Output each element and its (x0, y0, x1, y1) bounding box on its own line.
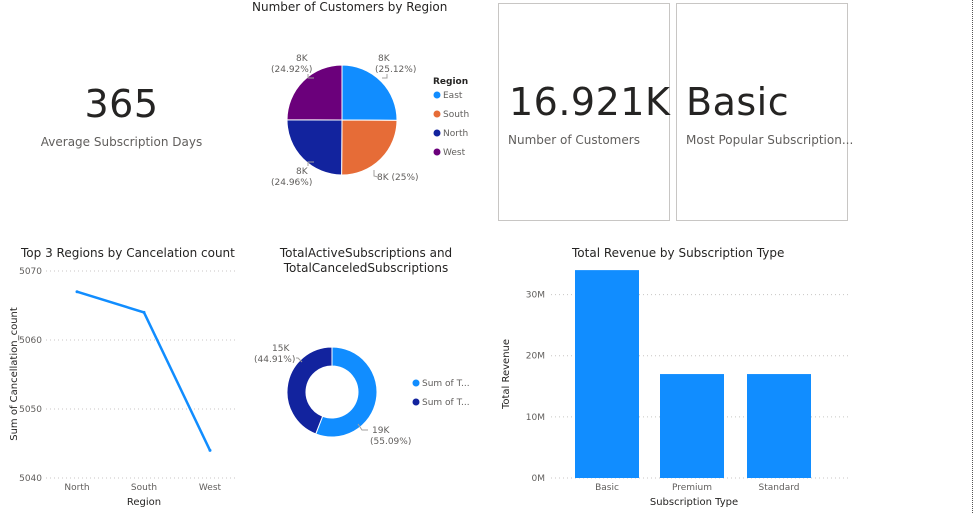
line-xaxis-label: Region (127, 497, 161, 508)
pie-label-south: 8K (25%) (377, 173, 419, 183)
pie-label-west-pct: (24.92%) (271, 65, 312, 75)
customers-count-label: Number of Customers (508, 133, 640, 147)
line-ytick-5050: 5050 (19, 405, 42, 415)
donut-legend-marker-active (412, 379, 420, 387)
pie-label-north-pct: (24.96%) (271, 178, 312, 188)
avg-subscription-days-value: 365 (84, 82, 159, 126)
popular-subscription-card[interactable]: Basic Most Popular Subscription... (676, 3, 853, 221)
donut-label-active-pct: (55.09%) (370, 437, 411, 447)
pie-label-west-value: 8K (296, 54, 309, 64)
line-xtick-west: West (199, 483, 222, 493)
donut-legend-marker-canceled (412, 398, 420, 406)
bar-basic (575, 270, 639, 478)
bar-ytick-0M: 0M (532, 474, 546, 484)
pie-region-chart[interactable]: 8K(25.12%)8K(24.92%)8K(24.96%) 8K (25%)Re… (244, 20, 494, 210)
bar-yaxis-label: Total Revenue (501, 339, 512, 410)
pie-legend-south: South (443, 110, 469, 120)
customers-card[interactable]: 16.921K Number of Customers (498, 3, 670, 221)
line-cancel-title: Top 3 Regions by Cancelation count (21, 246, 235, 260)
donut-subscriptions-chart[interactable]: 15K(44.91%) 19K(55.09%) Sum of T... Sum of … (246, 290, 486, 460)
bar-revenue-title: Total Revenue by Subscription Type (572, 246, 785, 260)
pie-legend-east: East (443, 91, 463, 101)
pie-label-east-pct: (25.12%) (375, 65, 416, 75)
line-point-west (208, 448, 212, 452)
pie-legend-west: West (443, 148, 466, 158)
customers-count-value: 16.921K (509, 80, 671, 124)
donut-legend-active: Sum of T... (422, 379, 470, 389)
bar-xtick-standard: Standard (759, 483, 800, 493)
line-point-south (142, 310, 146, 314)
bar-ytick-10M: 10M (526, 413, 545, 423)
pie-legend-marker-west (433, 148, 441, 156)
bar-xtick-basic: Basic (595, 483, 619, 493)
avg-subscription-days-label: Average Subscription Days (40, 135, 203, 149)
line-ytick-5040: 5040 (19, 474, 42, 484)
donut-label-canceled-pct: (44.91%) (254, 355, 295, 365)
line-series-cancellation (76, 290, 212, 451)
line-yaxis-label: Sum of Cancellation_count (9, 307, 20, 441)
popular-subscription-label: Most Popular Subscription... (686, 133, 854, 147)
pie-legend-marker-north (433, 129, 441, 137)
pie-legend-marker-east (433, 91, 441, 99)
donut-title-line1: TotalActiveSubscriptions and (279, 246, 453, 260)
popular-subscription-value: Basic (686, 80, 790, 124)
bar-xaxis-label: Subscription Type (650, 497, 738, 508)
bar-xtick-premium: Premium (672, 483, 712, 493)
line-ytick-5070: 5070 (19, 267, 42, 277)
page-edge-divider (972, 0, 973, 513)
line-cancel-chart[interactable]: 5070 5060 5050 5040 North South West Region Sum … (0, 260, 245, 513)
donut-label-active-value: 19K (372, 426, 390, 436)
bar-ytick-20M: 20M (526, 352, 545, 362)
pie-region-title: Number of Customers by Region (252, 0, 448, 14)
line-xtick-north: North (64, 483, 89, 493)
bar-revenue-chart[interactable]: 30M 20M 10M 0M Basic Premium Standard Subscript… (495, 262, 865, 513)
pie-legend-north: North (443, 129, 468, 139)
line-ytick-5060: 5060 (19, 336, 42, 346)
bar-standard (747, 374, 811, 478)
line-point-north (75, 290, 79, 294)
bar-ytick-30M: 30M (526, 291, 545, 301)
pie-legend-title: Region (433, 77, 468, 87)
pie-slice-south (341, 119, 398, 176)
pie-label-east-value: 8K (378, 54, 391, 64)
donut-label-canceled-value: 15K (272, 344, 290, 354)
donut-title-line2: TotalCanceledSubscriptions (283, 261, 449, 275)
donut-legend-canceled: Sum of T... (422, 398, 470, 408)
pie-legend-marker-south (433, 110, 441, 118)
pie-label-north-value: 8K (296, 167, 309, 177)
bar-premium (660, 374, 724, 478)
line-xtick-south: South (131, 483, 157, 493)
